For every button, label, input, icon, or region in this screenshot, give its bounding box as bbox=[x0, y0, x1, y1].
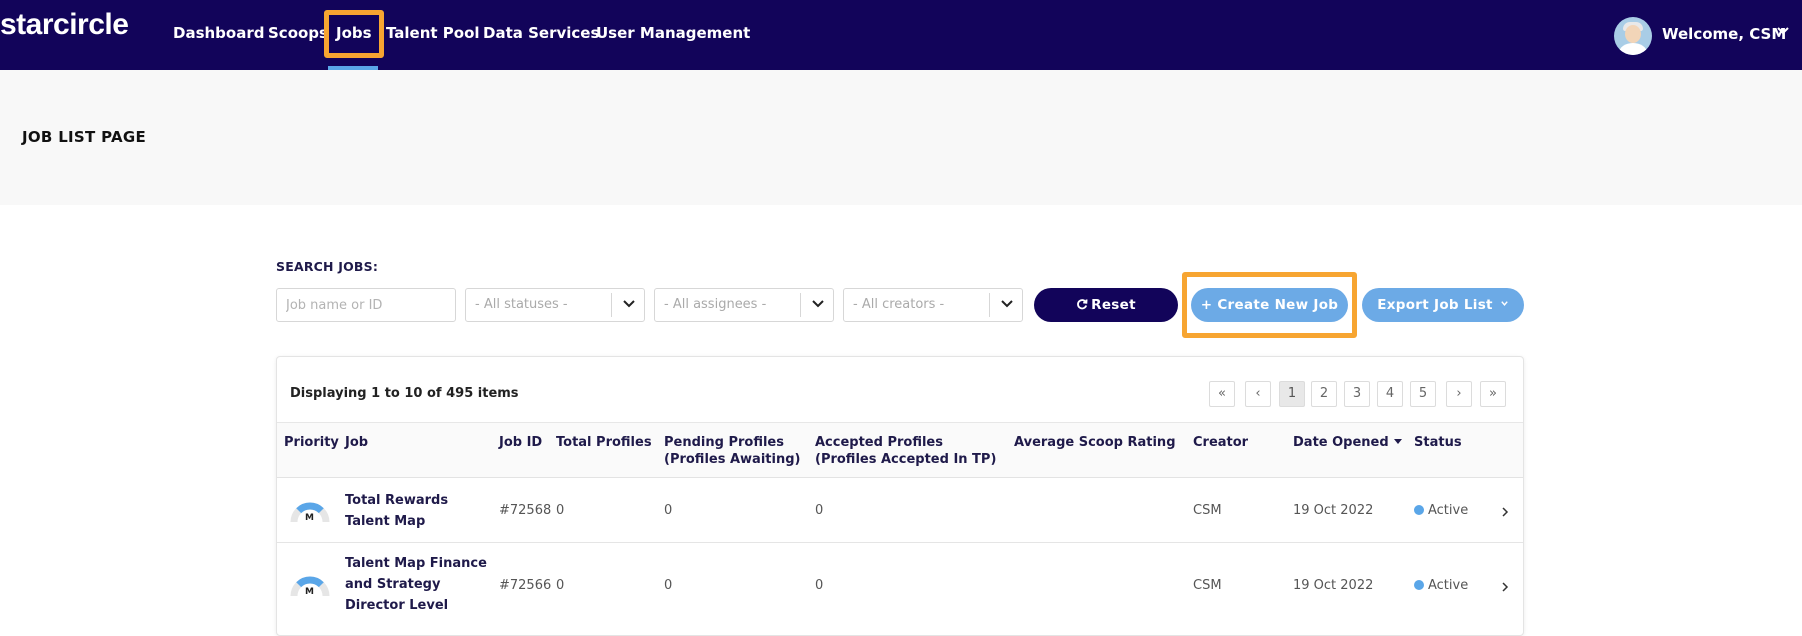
col-accepted-line2: (Profiles Accepted In TP) bbox=[815, 452, 997, 467]
chevron-right-icon[interactable] bbox=[1500, 581, 1510, 593]
top-navbar: starcircle Dashboard Scoops Jobs Talent … bbox=[0, 0, 1802, 70]
export-job-list-label: Export Job List bbox=[1377, 297, 1493, 313]
status-text: Active bbox=[1428, 578, 1469, 593]
chevron-down-icon[interactable] bbox=[1000, 297, 1014, 311]
job-name-link[interactable]: Total Rewards Talent Map bbox=[345, 490, 493, 532]
nav-user-management[interactable]: User Management bbox=[596, 24, 750, 42]
priority-level: M bbox=[305, 513, 314, 523]
status-badge: Active bbox=[1414, 503, 1468, 518]
nav-talent-pool[interactable]: Talent Pool bbox=[386, 24, 480, 42]
total-profiles: 0 bbox=[556, 578, 565, 593]
page-header-band bbox=[0, 70, 1802, 205]
creator-select[interactable]: - All creators - bbox=[843, 288, 1023, 322]
pagination-prev[interactable]: ‹ bbox=[1245, 381, 1271, 407]
col-pending-line2: (Profiles Awaiting) bbox=[664, 452, 801, 467]
status-dot-icon bbox=[1414, 505, 1424, 515]
pagination-page-1[interactable]: 1 bbox=[1279, 381, 1305, 407]
job-name-link[interactable]: Talent Map Finance and Strategy Director… bbox=[345, 553, 495, 616]
page-title: JOB LIST PAGE bbox=[22, 128, 147, 146]
nav-data-services[interactable]: Data Services bbox=[483, 24, 599, 42]
col-job-id[interactable]: Job ID bbox=[499, 434, 542, 451]
row-divider bbox=[277, 542, 1523, 543]
search-jobs-label: SEARCH JOBS: bbox=[276, 259, 379, 274]
col-job[interactable]: Job bbox=[345, 434, 368, 451]
priority-level: M bbox=[305, 587, 314, 597]
pending-profiles: 0 bbox=[664, 578, 673, 593]
pending-profiles: 0 bbox=[664, 503, 673, 518]
col-status[interactable]: Status bbox=[1414, 434, 1462, 451]
accepted-profiles: 0 bbox=[815, 578, 824, 593]
accepted-profiles: 0 bbox=[815, 503, 824, 518]
create-new-job-button[interactable]: + Create New Job bbox=[1191, 288, 1348, 322]
export-job-list-button[interactable]: Export Job List bbox=[1362, 288, 1524, 322]
chevron-down-icon[interactable] bbox=[811, 297, 825, 311]
pagination-page-3[interactable]: 3 bbox=[1344, 381, 1370, 407]
chevron-down-icon[interactable] bbox=[1776, 24, 1790, 38]
job-id: #72568 bbox=[499, 503, 552, 518]
chevron-right-icon[interactable] bbox=[1500, 506, 1510, 518]
assignee-select[interactable]: - All assignees - bbox=[654, 288, 834, 322]
assignee-select-value: - All assignees - bbox=[664, 297, 767, 312]
date-opened: 19 Oct 2022 bbox=[1293, 503, 1374, 518]
nav-jobs[interactable]: Jobs bbox=[336, 24, 372, 42]
creator-select-value: - All creators - bbox=[853, 297, 945, 312]
col-date-opened-label: Date Opened bbox=[1293, 435, 1389, 450]
status-select[interactable]: - All statuses - bbox=[465, 288, 645, 322]
select-divider bbox=[611, 293, 612, 317]
pagination-page-4[interactable]: 4 bbox=[1377, 381, 1403, 407]
select-divider bbox=[800, 293, 801, 317]
col-creator[interactable]: Creator bbox=[1193, 434, 1248, 451]
logo[interactable]: starcircle bbox=[0, 8, 129, 42]
pagination-page-5[interactable]: 5 bbox=[1410, 381, 1436, 407]
create-new-job-label: Create New Job bbox=[1217, 297, 1339, 313]
job-id: #72566 bbox=[499, 578, 552, 593]
col-priority[interactable]: Priority bbox=[284, 434, 339, 451]
reset-button[interactable]: Reset bbox=[1034, 288, 1178, 322]
col-total-profiles[interactable]: Total Profiles bbox=[556, 434, 652, 451]
reset-label: Reset bbox=[1091, 297, 1136, 313]
status-text: Active bbox=[1428, 503, 1469, 518]
chevron-down-icon bbox=[1501, 301, 1508, 306]
pagination-first[interactable]: « bbox=[1209, 381, 1235, 407]
nav-scoops[interactable]: Scoops bbox=[268, 24, 328, 42]
pagination-last[interactable]: » bbox=[1480, 381, 1506, 407]
col-date-opened[interactable]: Date Opened bbox=[1293, 434, 1402, 451]
user-avatar[interactable] bbox=[1614, 17, 1652, 55]
creator: CSM bbox=[1193, 503, 1222, 518]
date-opened: 19 Oct 2022 bbox=[1293, 578, 1374, 593]
col-average-scoop-rating[interactable]: Average Scoop Rating bbox=[1014, 434, 1176, 451]
chevron-down-icon[interactable] bbox=[622, 297, 636, 311]
col-pending-line1: Pending Profiles bbox=[664, 435, 784, 450]
total-profiles: 0 bbox=[556, 503, 565, 518]
displaying-count: Displaying 1 to 10 of 495 items bbox=[290, 386, 519, 401]
col-accepted-line1: Accepted Profiles bbox=[815, 435, 943, 450]
plus-icon: + bbox=[1200, 297, 1213, 313]
col-accepted-profiles[interactable]: Accepted Profiles (Profiles Accepted In … bbox=[815, 434, 996, 468]
select-divider bbox=[989, 293, 990, 317]
creator: CSM bbox=[1193, 578, 1222, 593]
pagination-page-2[interactable]: 2 bbox=[1311, 381, 1337, 407]
sort-desc-icon bbox=[1393, 439, 1402, 444]
status-dot-icon bbox=[1414, 580, 1424, 590]
col-pending-profiles[interactable]: Pending Profiles (Profiles Awaiting) bbox=[664, 434, 800, 468]
refresh-icon bbox=[1077, 299, 1088, 310]
pagination-next[interactable]: › bbox=[1446, 381, 1472, 407]
nav-dashboard[interactable]: Dashboard bbox=[173, 24, 264, 42]
status-badge: Active bbox=[1414, 578, 1468, 593]
status-select-value: - All statuses - bbox=[475, 297, 568, 312]
job-search-input[interactable] bbox=[276, 288, 456, 322]
welcome-user-menu[interactable]: Welcome, CSM bbox=[1662, 25, 1786, 43]
